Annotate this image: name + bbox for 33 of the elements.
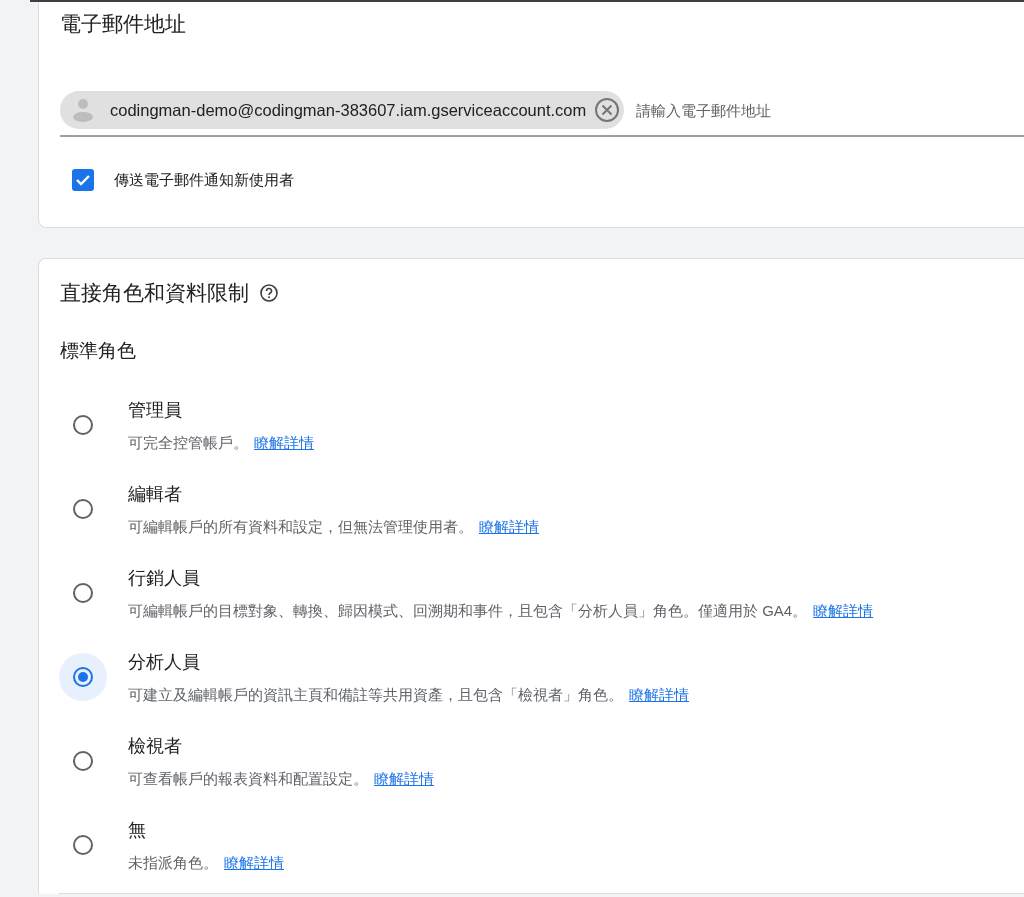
radio-button[interactable] — [73, 415, 93, 435]
role-name: 管理員 — [128, 398, 183, 422]
remove-icon[interactable] — [594, 97, 621, 123]
role-name: 無 — [128, 818, 147, 842]
role-description: 可查看帳戶的報表資料和配置設定。 瞭解詳情 — [128, 769, 434, 789]
radio-button[interactable] — [73, 835, 93, 855]
learn-more-link[interactable]: 瞭解詳情 — [224, 853, 284, 871]
subsection-title: 標準角色 — [60, 339, 137, 363]
section-title: 直接角色和資料限制 — [60, 280, 249, 306]
learn-more-link[interactable]: 瞭解詳情 — [813, 601, 874, 619]
section-title: 電子郵件地址 — [60, 11, 186, 37]
role-description: 可編輯帳戶的目標對象、轉換、歸因模式、回溯期和事件，且包含「分析人員」角色。僅適用於 GA4。 瞭解詳情 — [128, 601, 874, 621]
role-name: 檢視者 — [128, 734, 183, 758]
radio-button[interactable] — [73, 667, 93, 687]
role-name: 編輯者 — [128, 482, 183, 506]
role-description: 可建立及編輯帳戶的資訊主頁和備註等共用資產，且包含「檢視者」角色。 瞭解詳情 — [128, 685, 689, 705]
learn-more-link[interactable]: 瞭解詳情 — [254, 433, 314, 451]
radio-button[interactable] — [73, 583, 93, 603]
checkbox-label: 傳送電子郵件通知新使用者 — [114, 170, 294, 190]
learn-more-link[interactable]: 瞭解詳情 — [629, 685, 689, 703]
help-icon[interactable] — [259, 283, 279, 303]
role-name: 行銷人員 — [128, 566, 201, 590]
role-description: 可編輯帳戶的所有資料和設定，但無法管理使用者。 瞭解詳情 — [128, 517, 539, 537]
learn-more-link[interactable]: 瞭解詳情 — [479, 517, 539, 535]
learn-more-link[interactable]: 瞭解詳情 — [374, 769, 434, 787]
radio-button[interactable] — [73, 751, 93, 771]
recipient-email: codingman-demo@codingman-383607.iam.gserviceaccount.com — [110, 100, 587, 120]
radio-button[interactable] — [73, 499, 93, 519]
role-description: 未指派角色。 瞭解詳情 — [128, 853, 284, 873]
email-input[interactable]: 請輸入電子郵件地址 — [634, 100, 839, 120]
checkbox[interactable] — [72, 169, 94, 191]
role-name: 分析人員 — [128, 650, 201, 674]
role-description: 可完全控管帳戶。 瞭解詳情 — [128, 433, 314, 453]
